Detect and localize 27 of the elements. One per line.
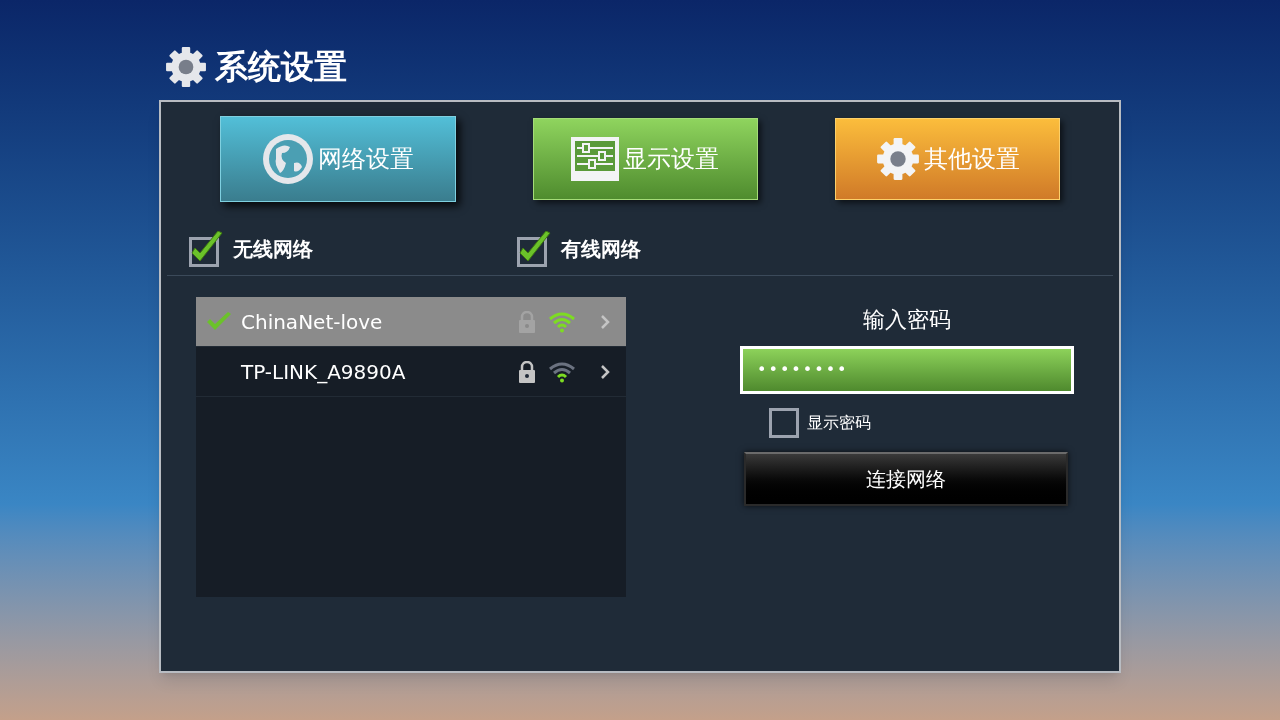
lock-icon xyxy=(518,310,536,333)
chevron-right-icon xyxy=(600,313,610,330)
lock-icon xyxy=(518,360,536,383)
checkbox-label: 显示密码 xyxy=(807,412,871,434)
connect-button[interactable]: 连接网络 xyxy=(744,452,1068,506)
settings-tab[interactable]: 显示设置 xyxy=(533,118,758,200)
password-field[interactable]: •••••••• xyxy=(740,346,1074,394)
network-name: TP-LINK_A9890A xyxy=(241,358,407,386)
network-name: ChinaNet-love xyxy=(241,308,384,336)
settings-tab[interactable]: 其他设置 xyxy=(835,118,1061,200)
checkbox[interactable] xyxy=(769,408,799,438)
checkbox[interactable] xyxy=(517,230,553,267)
sliders-icon xyxy=(571,137,620,181)
globe-icon xyxy=(261,133,314,185)
network-item[interactable]: ChinaNet-love xyxy=(196,297,626,347)
settings-icon xyxy=(165,46,207,88)
network-item[interactable]: TP-LINK_A9890A xyxy=(196,347,626,397)
chevron-right-icon xyxy=(600,363,610,380)
window-title: 系统设置 xyxy=(215,46,347,89)
password-title: 输入密码 xyxy=(862,306,952,334)
checkbox-label: 无线网络 xyxy=(233,235,313,263)
gear-icon xyxy=(875,137,920,181)
wifi-icon xyxy=(548,360,576,383)
wifi-icon xyxy=(548,310,576,333)
checkbox[interactable] xyxy=(189,230,225,267)
settings-tab[interactable]: 网络设置 xyxy=(219,116,456,202)
checkbox-label: 有线网络 xyxy=(561,235,641,263)
